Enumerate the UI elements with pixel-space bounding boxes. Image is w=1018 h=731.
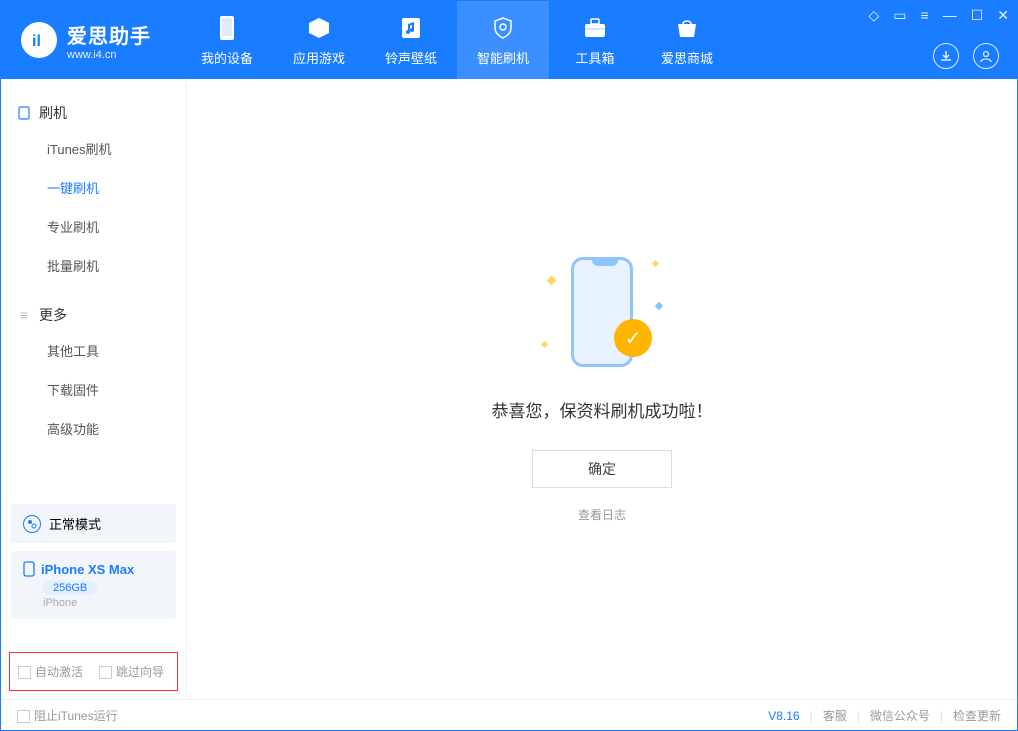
tab-label: 爱思商城 [661, 48, 713, 67]
sidebar: 刷机 iTunes刷机 一键刷机 专业刷机 批量刷机 ≡ 更多 其他工具 下载固… [1, 79, 187, 699]
shield-icon [489, 14, 517, 42]
sidebar-item-batch-flash[interactable]: 批量刷机 [1, 246, 186, 285]
cube-icon [305, 14, 333, 42]
version-label: V8.16 [768, 709, 799, 723]
footer-link-support[interactable]: 客服 [823, 707, 847, 724]
tab-apps[interactable]: 应用游戏 [273, 1, 365, 79]
check-badge-icon: ✓ [614, 319, 652, 357]
minimize-button[interactable]: — [943, 7, 957, 24]
tab-ringtones[interactable]: 铃声壁纸 [365, 1, 457, 79]
view-log-link[interactable]: 查看日志 [578, 506, 626, 523]
checkbox-skip-guide[interactable]: 跳过向导 [99, 663, 164, 680]
sidebar-item-other-tools[interactable]: 其他工具 [1, 331, 186, 370]
toolbox-icon [581, 14, 609, 42]
section-title: 刷机 [39, 103, 67, 123]
options-highlighted: 自动激活 跳过向导 [9, 652, 178, 691]
sidebar-item-pro-flash[interactable]: 专业刷机 [1, 207, 186, 246]
header-action-icons [933, 43, 999, 69]
device-icon [213, 14, 241, 42]
sidebar-section-more: ≡ 更多 [1, 299, 186, 331]
logo-icon: il [21, 22, 57, 58]
ok-button[interactable]: 确定 [532, 450, 672, 488]
window-controls: ◇ ▭ ≡ — ☐ ✕ [869, 7, 1009, 24]
footer-link-wechat[interactable]: 微信公众号 [870, 707, 930, 724]
footer-link-update[interactable]: 检查更新 [953, 707, 1001, 724]
sidebar-section-flash: 刷机 [1, 97, 186, 129]
success-message: 恭喜您，保资料刷机成功啦！ [492, 397, 713, 422]
sidebar-item-itunes-flash[interactable]: iTunes刷机 [1, 129, 186, 168]
checkbox-block-itunes[interactable]: 阻止iTunes运行 [17, 707, 118, 724]
shirt-icon[interactable]: ◇ [869, 7, 880, 24]
music-icon [397, 14, 425, 42]
main-content: ✓ 恭喜您，保资料刷机成功啦！ 确定 查看日志 [187, 79, 1017, 699]
store-icon [673, 14, 701, 42]
header: il 爱思助手 www.i4.cn 我的设备 应用游戏 铃声壁纸 智能刷机 工具… [1, 1, 1017, 79]
tab-my-device[interactable]: 我的设备 [181, 1, 273, 79]
app-subtitle: www.i4.cn [67, 49, 151, 61]
phone-icon [23, 561, 35, 577]
tab-toolbox[interactable]: 工具箱 [549, 1, 641, 79]
sidebar-item-advanced[interactable]: 高级功能 [1, 409, 186, 448]
footer: 阻止iTunes运行 V8.16 | 客服 | 微信公众号 | 检查更新 [1, 699, 1017, 731]
device-name-text: iPhone XS Max [41, 562, 134, 577]
checkbox-auto-activate[interactable]: 自动激活 [18, 663, 83, 680]
option-label: 自动激活 [35, 665, 83, 679]
device-capacity: 256GB [43, 581, 97, 595]
mode-label: 正常模式 [49, 514, 101, 533]
device-type: iPhone [43, 597, 164, 609]
maximize-button[interactable]: ☐ [971, 7, 984, 24]
nav-tabs: 我的设备 应用游戏 铃声壁纸 智能刷机 工具箱 爱思商城 [181, 1, 733, 79]
device-info-row[interactable]: iPhone XS Max 256GB iPhone [11, 551, 176, 619]
option-label: 跳过向导 [116, 665, 164, 679]
tab-label: 铃声壁纸 [385, 48, 437, 67]
tab-flash[interactable]: 智能刷机 [457, 1, 549, 79]
tab-label: 智能刷机 [477, 48, 529, 67]
svg-text:il: il [32, 33, 41, 50]
footer-label: 阻止iTunes运行 [34, 709, 118, 723]
download-icon[interactable] [933, 43, 959, 69]
list-icon: ≡ [17, 308, 31, 322]
device-mode-row[interactable]: 正常模式 [11, 504, 176, 543]
tab-label: 应用游戏 [293, 48, 345, 67]
close-button[interactable]: ✕ [997, 7, 1009, 24]
logo-area[interactable]: il 爱思助手 www.i4.cn [1, 20, 171, 61]
success-illustration: ✓ [542, 255, 662, 375]
layout-icon[interactable]: ▭ [893, 7, 906, 24]
menu-icon[interactable]: ≡ [921, 7, 929, 24]
tab-store[interactable]: 爱思商城 [641, 1, 733, 79]
phone-icon [17, 106, 31, 120]
tab-label: 工具箱 [575, 48, 614, 67]
device-name: iPhone XS Max [23, 561, 164, 577]
user-icon[interactable] [973, 43, 999, 69]
app-title: 爱思助手 [67, 20, 151, 49]
tab-label: 我的设备 [201, 48, 253, 67]
mode-icon [23, 515, 41, 533]
sidebar-item-oneclick-flash[interactable]: 一键刷机 [1, 168, 186, 207]
sidebar-item-download-firmware[interactable]: 下载固件 [1, 370, 186, 409]
section-title: 更多 [39, 305, 67, 325]
